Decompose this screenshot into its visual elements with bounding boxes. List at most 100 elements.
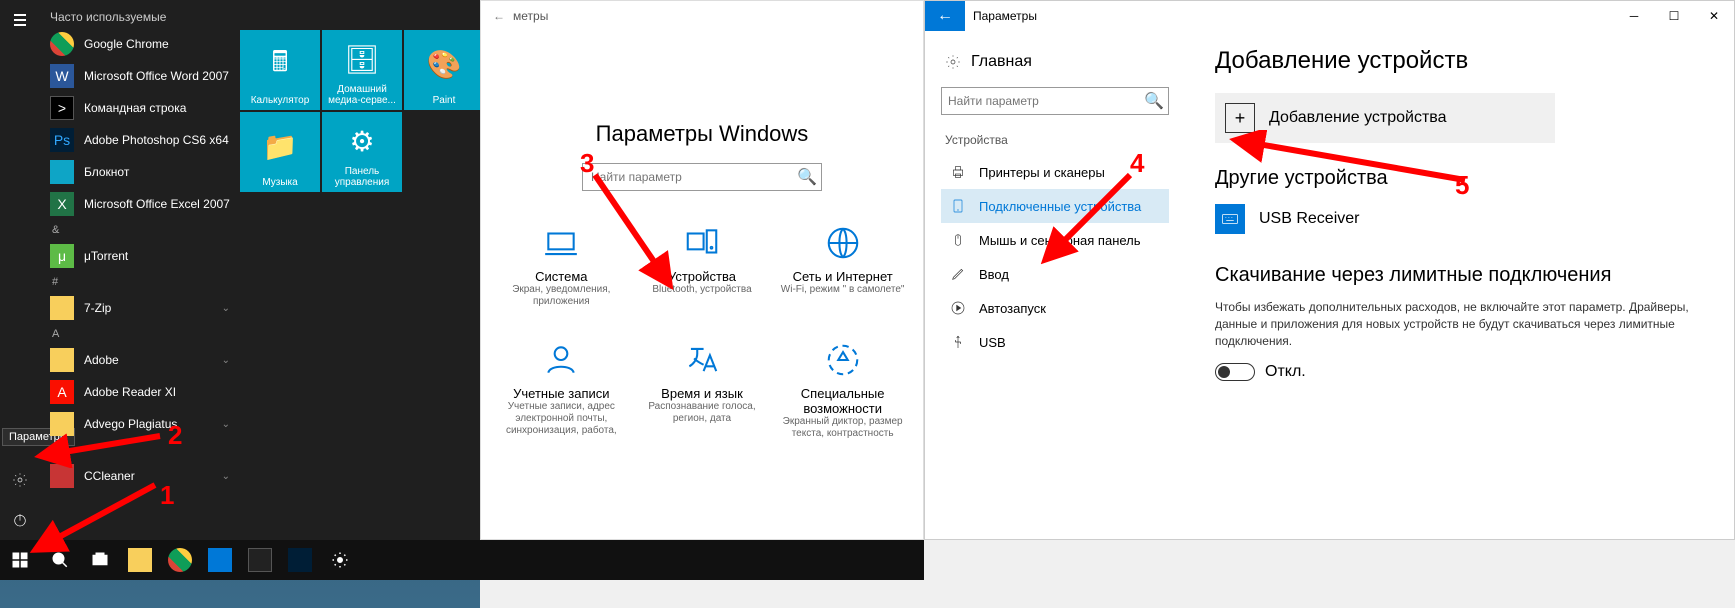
app-icon: [50, 412, 74, 436]
maximize-button[interactable]: ☐: [1654, 1, 1694, 31]
add-device-button[interactable]: + Добавление устройства: [1215, 93, 1555, 143]
tile-icon: 🖩: [272, 34, 289, 95]
settings-button[interactable]: [0, 460, 40, 500]
app-row[interactable]: Adobe⌄: [40, 344, 240, 376]
chevron-down-icon: ⌄: [222, 355, 230, 366]
letter-header[interactable]: #: [40, 272, 240, 292]
start-app-list[interactable]: Часто используемые Google ChromeWMicroso…: [40, 0, 240, 540]
sidebar-search[interactable]: 🔍: [941, 87, 1169, 115]
app-row[interactable]: 7-Zip⌄: [40, 292, 240, 324]
search-icon[interactable]: [40, 540, 80, 580]
start-button[interactable]: [0, 540, 40, 580]
metered-toggle[interactable]: Откл.: [1215, 363, 1704, 381]
tile[interactable]: 🖩Калькулятор: [240, 30, 320, 110]
settings-titlebar: ← метры: [481, 1, 923, 31]
app-icon: μ: [50, 244, 74, 268]
app-row[interactable]: AAdobe Reader XI: [40, 376, 240, 408]
tile-icon: 📁: [263, 116, 298, 177]
letter-header[interactable]: A: [40, 324, 240, 344]
app-icon: W: [50, 64, 74, 88]
metered-heading: Скачивание через лимитные подключения: [1215, 264, 1704, 287]
frequent-header: Часто используемые: [40, 6, 240, 28]
app-icon: [50, 296, 74, 320]
hamburger-button[interactable]: [0, 0, 40, 40]
tile[interactable]: 🗄Домашний медиа-серве...: [322, 30, 402, 110]
letter-header[interactable]: C: [40, 440, 240, 460]
nav-mouse[interactable]: Мышь и сенсорная панель: [941, 223, 1169, 257]
cat-ease-icon: [773, 338, 913, 382]
app-1[interactable]: WMicrosoft Office Word 2007: [40, 60, 240, 92]
annotation-3: 3: [580, 148, 594, 179]
settings-title: Параметры Windows: [481, 121, 923, 147]
taskview-icon[interactable]: [80, 540, 120, 580]
power-button[interactable]: [0, 500, 40, 540]
app-5[interactable]: XMicrosoft Office Excel 2007: [40, 188, 240, 220]
app-icon: [50, 348, 74, 372]
back-button[interactable]: ←: [925, 1, 965, 31]
annotation-2: 2: [168, 420, 182, 451]
app-icon: [50, 32, 74, 56]
pen-icon: [949, 265, 967, 283]
app-icon: >: [50, 96, 74, 120]
cat-system-icon: [491, 221, 631, 265]
devices-titlebar[interactable]: ← Параметры ─ ☐ ✕: [925, 1, 1734, 31]
sidebar-home[interactable]: Главная: [941, 47, 1169, 77]
annotation-4: 4: [1130, 148, 1144, 179]
tablet-icon: [949, 197, 967, 215]
plus-icon: +: [1225, 103, 1255, 133]
cat-devices[interactable]: УстройстваBluetooth, устройства: [632, 221, 772, 308]
nav-connected[interactable]: Подключенные устройства: [941, 189, 1169, 223]
settings-search[interactable]: 🔍: [582, 163, 822, 191]
settings-categories: СистемаЭкран, уведомления, приложенияУст…: [481, 221, 923, 470]
search-icon: 🔍: [1140, 88, 1168, 114]
cat-ease[interactable]: Специальные возможностиЭкранный диктор, …: [773, 338, 913, 440]
cat-system[interactable]: СистемаЭкран, уведомления, приложения: [491, 221, 631, 308]
keyboard-icon: [1215, 204, 1245, 234]
app-2[interactable]: >Командная строка: [40, 92, 240, 124]
close-button[interactable]: ✕: [1694, 1, 1734, 31]
app-icon: X: [50, 192, 74, 216]
app-4[interactable]: Блокнот: [40, 156, 240, 188]
taskbar-chrome[interactable]: [160, 540, 200, 580]
app-3[interactable]: PsAdobe Photoshop CS6 x64: [40, 124, 240, 156]
nav-autoplay[interactable]: Автозапуск: [941, 291, 1169, 325]
cat-time[interactable]: Время и языкРаспознавание голоса, регион…: [632, 338, 772, 440]
search-icon: 🔍: [793, 164, 821, 190]
minimize-button[interactable]: ─: [1614, 1, 1654, 31]
sidebar-group: Устройства: [945, 133, 1165, 147]
sidebar-search-input[interactable]: [942, 88, 1140, 114]
devices-main: Добавление устройств + Добавление устрой…: [1185, 31, 1734, 539]
taskbar-settings[interactable]: [320, 540, 360, 580]
chevron-down-icon: ⌄: [222, 303, 230, 314]
annotation-5: 5: [1455, 170, 1469, 201]
taskbar-explorer[interactable]: [120, 540, 160, 580]
metered-description: Чтобы избежать дополнительных расходов, …: [1215, 299, 1704, 349]
nav-usb[interactable]: USB: [941, 325, 1169, 359]
tile[interactable]: ⚙Панель управления: [322, 112, 402, 192]
usb-icon: [949, 333, 967, 351]
chevron-down-icon: ⌄: [222, 471, 230, 482]
taskbar-edge[interactable]: [200, 540, 240, 580]
tile[interactable]: 📁Музыка: [240, 112, 320, 192]
chevron-down-icon: ⌄: [222, 419, 230, 430]
letter-header[interactable]: &: [40, 220, 240, 240]
taskbar-photoshop[interactable]: [280, 540, 320, 580]
taskbar-store[interactable]: [240, 540, 280, 580]
app-row[interactable]: CCleaner⌄: [40, 460, 240, 492]
nav-input[interactable]: Ввод: [941, 257, 1169, 291]
app-0[interactable]: Google Chrome: [40, 28, 240, 60]
cat-network-icon: [773, 221, 913, 265]
app-icon: [50, 464, 74, 488]
cat-accounts[interactable]: Учетные записиУчетные записи, адрес элек…: [491, 338, 631, 440]
settings-search-input[interactable]: [583, 164, 793, 190]
device-row[interactable]: USB Receiver: [1215, 204, 1704, 234]
app-row[interactable]: Advego Plagiatus⌄: [40, 408, 240, 440]
play-icon: [949, 299, 967, 317]
tile[interactable]: 🎨Paint: [404, 30, 484, 110]
app-row[interactable]: μμTorrent: [40, 240, 240, 272]
devices-sidebar: Главная 🔍 Устройства Принтеры и сканерыП…: [925, 31, 1185, 539]
toggle-switch[interactable]: [1215, 363, 1255, 381]
back-icon[interactable]: ←: [489, 9, 509, 23]
cat-network[interactable]: Сеть и ИнтернетWi-Fi, режим " в самолете…: [773, 221, 913, 308]
cat-time-icon: [632, 338, 772, 382]
